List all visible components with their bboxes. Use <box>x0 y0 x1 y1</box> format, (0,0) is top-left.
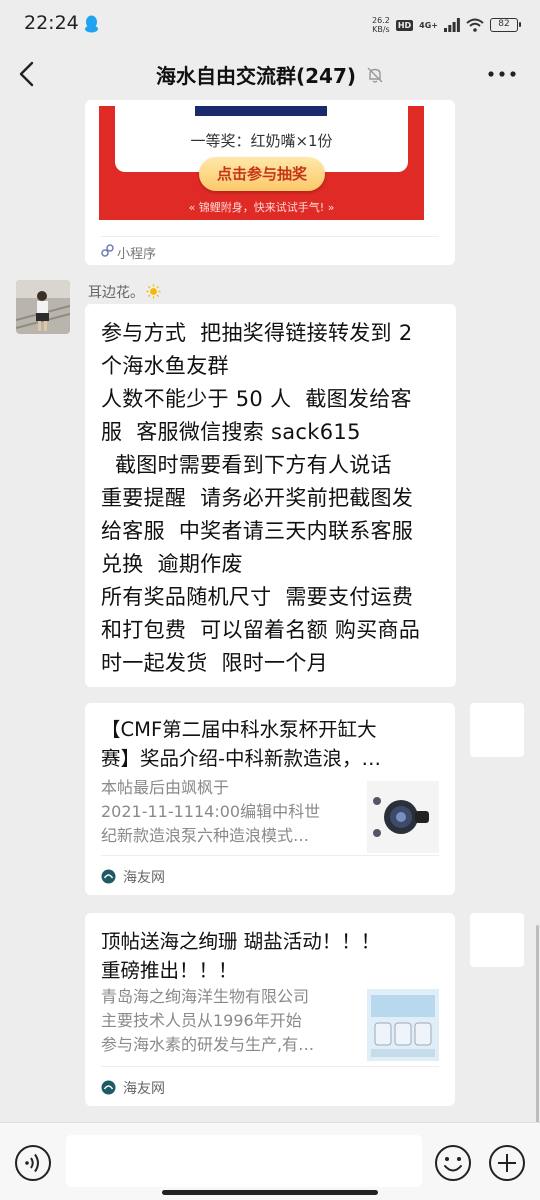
link-desc-line: 主要技术人员从1996年开始 <box>101 1011 302 1030</box>
link-source: 海友网 <box>123 870 165 886</box>
link-desc-line: 2021-11-1114:00编辑中科世 <box>101 802 321 821</box>
chat-header: 海水自由交流群(247) <box>0 50 540 100</box>
link-card-footer: 海友网 <box>101 855 439 895</box>
link-title-line: 【CMF第二届中科水泵杯开缸大 <box>101 718 377 741</box>
haiyou-logo-icon <box>101 869 116 884</box>
lottery-banner: 一等奖：红奶嘴×1份 点击参与抽奖 « 锦鲤附身，快来试试手气! » <box>99 106 424 220</box>
link-desc-line: 本帖最后由飒枫于 <box>101 778 230 797</box>
network-type: 4G+ <box>419 20 438 30</box>
battery-icon: 82 <box>490 18 521 32</box>
message-line: 兑换 逾期作废 <box>101 552 243 576</box>
mini-program-card[interactable]: 一等奖：红奶嘴×1份 点击参与抽奖 « 锦鲤附身，快来试试手气! » 小程序 <box>85 100 455 265</box>
link-card[interactable]: 【CMF第二届中科水泵杯开缸大 赛】奖品介绍-中科新款造浪，… 本帖最后由飒枫于… <box>85 703 455 895</box>
input-bar <box>0 1122 540 1200</box>
emoji-icon[interactable] <box>434 1144 472 1182</box>
link-source: 海友网 <box>123 1081 165 1097</box>
placeholder-box <box>470 703 524 757</box>
placeholder-box <box>470 913 524 967</box>
message-line: 人数不能少于 50 人 截图发给客 <box>101 387 412 411</box>
hd-badge: HD <box>395 19 414 31</box>
link-card[interactable]: 顶帖送海之绚珊 瑚盐活动！！！ 重磅推出！！！ 青岛海之绚海洋生物有限公司 主要… <box>85 913 455 1106</box>
sender-name: 耳边花。 <box>88 282 161 302</box>
haiyou-logo-icon <box>101 1080 116 1095</box>
mini-program-icon <box>101 244 114 257</box>
message-line: 服 客服微信搜索 sack615 <box>101 420 361 444</box>
status-time: 22:24 <box>24 12 79 34</box>
status-bar: 22:24 26.2 KB/s HD 4G+ 82 <box>0 0 540 50</box>
network-speed: 26.2 KB/s <box>372 16 390 34</box>
sun-icon <box>146 284 161 299</box>
message-line: 时一起发货 限时一个月 <box>101 651 328 675</box>
join-lottery-button[interactable]: 点击参与抽奖 <box>199 157 325 191</box>
wifi-icon <box>466 18 484 32</box>
qq-penguin-icon <box>85 15 98 33</box>
chat-title-group: 海水自由交流群(247) <box>0 60 540 89</box>
network-speed-unit: KB/s <box>372 25 390 34</box>
message-line: 所有奖品随机尺寸 需要支付运费 <box>101 585 414 609</box>
message-input[interactable] <box>66 1135 422 1187</box>
link-thumbnail <box>367 781 439 853</box>
message-line: 截图时需要看到下方有人说话 <box>101 453 392 477</box>
link-card-footer: 海友网 <box>101 1066 439 1106</box>
message-line: 参与方式 把抽奖得链接转发到 2 <box>101 321 413 345</box>
link-thumbnail <box>367 989 439 1061</box>
voice-icon[interactable] <box>14 1144 52 1182</box>
avatar[interactable] <box>16 280 70 334</box>
home-indicator[interactable] <box>162 1190 378 1195</box>
prize-image <box>195 106 327 116</box>
bell-off-icon <box>367 67 383 83</box>
scrollbar[interactable] <box>536 925 539 1125</box>
network-speed-value: 26.2 <box>372 16 390 25</box>
sender-name-text: 耳边花。 <box>88 285 144 301</box>
mini-program-footer: 小程序 <box>101 236 439 264</box>
more-dots-icon[interactable] <box>486 60 518 88</box>
message-line: 个海水鱼友群 <box>101 354 229 378</box>
link-card-title: 顶帖送海之绚珊 瑚盐活动！！！ 重磅推出！！！ <box>101 927 441 985</box>
message-line: 重要提醒 请务必开奖前把截图发 <box>101 486 414 510</box>
link-title-line: 赛】奖品介绍-中科新款造浪，… <box>101 747 382 770</box>
link-desc-line: 纪新款造浪泵六种造浪模式… <box>101 826 310 845</box>
luck-slogan: « 锦鲤附身，快来试试手气! » <box>188 201 335 214</box>
link-card-title: 【CMF第二届中科水泵杯开缸大 赛】奖品介绍-中科新款造浪，… <box>101 715 441 773</box>
mini-program-label: 小程序 <box>117 247 157 262</box>
link-desc-line: 青岛海之绚海洋生物有限公司 <box>101 987 310 1006</box>
signal-icon <box>444 18 460 32</box>
link-title-line: 重磅推出！！！ <box>101 959 238 982</box>
message-line: 和打包费 可以留着名额 购买商品 <box>101 618 421 642</box>
plus-icon[interactable] <box>488 1144 526 1182</box>
status-indicators: 26.2 KB/s HD 4G+ 82 <box>372 14 521 36</box>
link-card-description: 青岛海之绚海洋生物有限公司 主要技术人员从1996年开始 参与海水素的研发与生产… <box>101 985 361 1057</box>
link-desc-line: 参与海水素的研发与生产,有… <box>101 1035 315 1054</box>
prize-text: 一等奖：红奶嘴×1份 <box>190 132 333 150</box>
link-card-description: 本帖最后由飒枫于 2021-11-1114:00编辑中科世 纪新款造浪泵六种造浪… <box>101 776 361 848</box>
message-line: 给客服 中奖者请三天内联系客服 <box>101 519 414 543</box>
text-message-bubble[interactable]: 参与方式 把抽奖得链接转发到 2 个海水鱼友群 人数不能少于 50 人 截图发给… <box>85 304 456 687</box>
link-title-line: 顶帖送海之绚珊 瑚盐活动！！！ <box>101 930 381 953</box>
chat-title: 海水自由交流群(247) <box>155 64 357 88</box>
